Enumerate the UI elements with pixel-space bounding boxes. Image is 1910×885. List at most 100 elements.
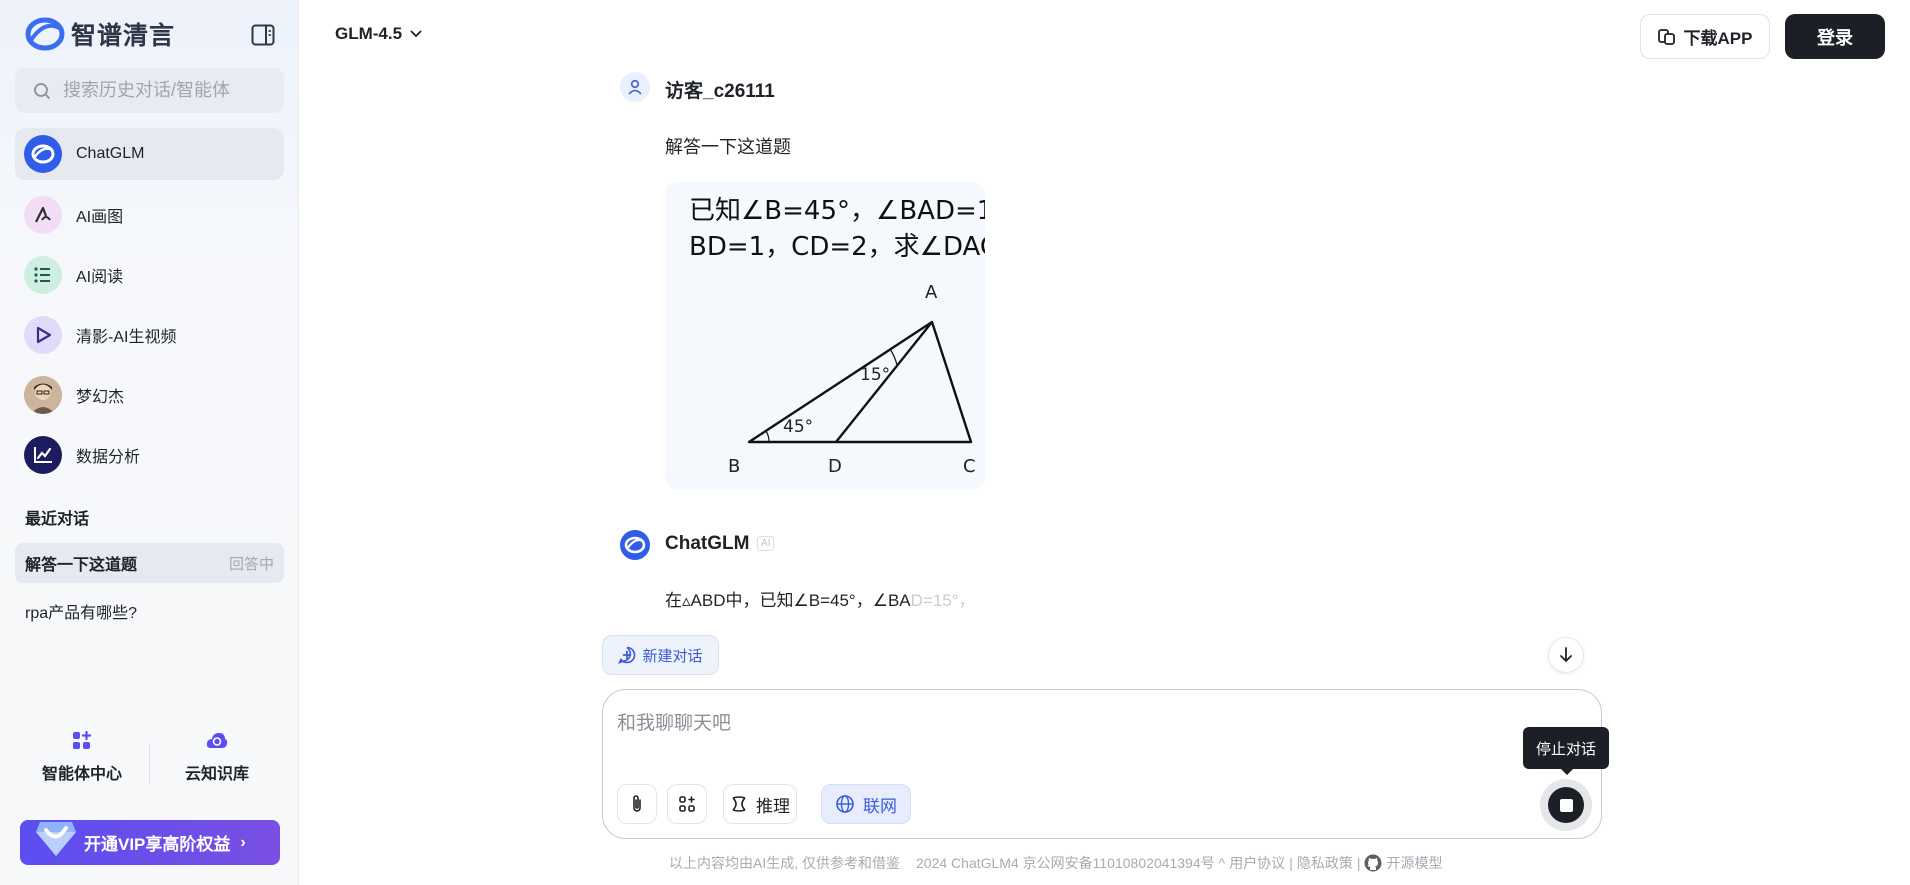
agent-center-label: 智能体中心 [41, 766, 122, 783]
model-selector[interactable]: GLM-4.5 [335, 24, 422, 44]
ai-read-icon [24, 256, 62, 294]
sidebar-bottom-links: 智能体中心 云知识库 [15, 730, 284, 800]
angle-bad-label: 15° [860, 365, 890, 385]
sidebar-item-ai-read[interactable]: AI阅读 [15, 249, 284, 301]
model-name: GLM-4.5 [335, 24, 403, 43]
stop-generation-button[interactable] [1540, 779, 1592, 831]
user-agreement-link[interactable]: 用户协议 [1229, 853, 1285, 873]
paperclip-icon [633, 795, 641, 812]
app-root: 智谱清言 ChatGLM [0, 0, 1910, 885]
new-chat-icon [618, 646, 636, 664]
problem-image[interactable]: 已知∠B=45°，∠BAD=15° BD=1，CD=2，求∠DAC A B C … [665, 182, 985, 489]
conversation-title: rpa产品有哪些? [25, 605, 138, 622]
brand-logo[interactable]: 智谱清言 [25, 16, 175, 52]
ai-badge: AI [757, 536, 775, 551]
sidebar-item-menghuanjie[interactable]: 梦幻杰 [15, 369, 284, 421]
visitor-name: 访客_c26111 [665, 81, 775, 102]
footer-separator: | [1289, 855, 1293, 871]
agents-grid-icon [73, 730, 92, 749]
ai-draw-icon [24, 196, 62, 234]
angle-b-label: 45° [783, 417, 813, 437]
sidebar-item-label: AI阅读 [76, 269, 124, 286]
zhipu-logo-icon [25, 17, 65, 51]
bot-text-fading: D=15°， [910, 591, 976, 610]
chevron-down-icon [410, 30, 422, 38]
user-message: 解答一下这道题 [665, 137, 791, 157]
chat-composer: 推理 联网 [602, 689, 1602, 839]
vip-label: 开通VIP享高阶权益 [84, 835, 231, 854]
knowledge-base-label: 云知识库 [184, 766, 249, 783]
message-input[interactable] [617, 708, 1317, 748]
bot-text-main: 在▵ABD中，已知∠B=45°，∠BA [665, 591, 911, 610]
conversation-status: 回答中 [228, 555, 274, 573]
web-search-label: 联网 [863, 796, 897, 816]
footer-separator: | [1356, 855, 1361, 871]
sidebar-item-data-analysis[interactable]: 数据分析 [15, 429, 284, 481]
history-search[interactable] [15, 68, 284, 113]
expand-caret-icon[interactable]: ^ [1219, 855, 1226, 871]
arrow-down-icon [1560, 647, 1572, 662]
cloud-knowledge-icon [206, 733, 228, 748]
knowledge-base-link[interactable]: 云知识库 [150, 730, 284, 800]
user-icon [628, 79, 642, 95]
vip-upgrade-button[interactable]: 开通VIP享高阶权益 › [20, 820, 280, 865]
search-input[interactable] [63, 80, 263, 101]
sidebar-item-video[interactable]: 清影-AI生视频 [15, 309, 284, 361]
chatglm-logo-icon [24, 135, 62, 173]
sidebar-collapse-button[interactable] [251, 24, 275, 46]
sidebar-item-label: 清影-AI生视频 [76, 329, 177, 346]
reasoning-toggle[interactable]: 推理 [723, 784, 797, 824]
vertex-label-a: A [925, 282, 938, 303]
footer: 以上内容均由AI生成, 仅供参考和借鉴 2024 ChatGLM4 京公网安备1… [669, 853, 1442, 873]
video-play-icon [24, 316, 62, 354]
open-source-model-link[interactable]: 开源模型 [1386, 853, 1442, 873]
sidebar-item-chatglm[interactable]: ChatGLM [15, 128, 284, 180]
vip-diamond-icon [36, 822, 76, 856]
chatglm-avatar-icon [620, 530, 650, 560]
agent-tools-button[interactable] [667, 784, 707, 824]
scroll-to-bottom-button[interactable] [1548, 637, 1584, 673]
agent-center-link[interactable]: 智能体中心 [15, 730, 149, 800]
sidebar-toggle-icon [251, 24, 275, 46]
new-chat-button[interactable]: 新建对话 [602, 635, 719, 675]
stop-icon [1548, 787, 1584, 823]
icp-record: 2024 ChatGLM4 京公网安备11010802041394号 [916, 855, 1215, 871]
recent-conversation-item[interactable]: rpa产品有哪些? [15, 591, 284, 631]
bot-name: ChatGLM [665, 533, 750, 554]
chart-icon [24, 436, 62, 474]
user-avatar [24, 376, 62, 414]
new-chat-label: 新建对话 [642, 647, 703, 665]
login-button[interactable]: 登录 [1785, 14, 1885, 59]
recent-section-title: 最近对话 [25, 511, 90, 528]
github-icon [1364, 854, 1382, 872]
reasoning-label: 推理 [756, 796, 790, 816]
reasoning-icon [732, 796, 746, 812]
apps-grid-icon [679, 796, 695, 812]
devices-icon [1657, 28, 1675, 45]
sidebar-item-label: AI画图 [76, 209, 124, 226]
vertex-label-b: B [728, 456, 740, 477]
sidebar-item-label: ChatGLM [76, 145, 145, 162]
download-app-label: 下载APP [1683, 29, 1753, 48]
sidebar-item-label: 梦幻杰 [76, 389, 125, 406]
sidebar-item-label: 数据分析 [76, 449, 141, 466]
bot-streaming-text: 在▵ABD中，已知∠B=45°，∠BAD=15°， [665, 586, 976, 611]
download-app-button[interactable]: 下载APP [1640, 14, 1770, 59]
brand-logo-text: 智谱清言 [71, 22, 176, 50]
visitor-avatar [620, 72, 650, 102]
sidebar-item-ai-draw[interactable]: AI画图 [15, 189, 284, 241]
web-search-toggle[interactable]: 联网 [821, 784, 911, 824]
attach-button[interactable] [617, 784, 657, 824]
chevron-right-icon: › [240, 833, 246, 851]
vertex-label-c: C [963, 456, 976, 477]
triangle-figure: A B C D 45° 15° [728, 282, 976, 477]
search-icon [34, 82, 50, 99]
sidebar: 智谱清言 ChatGLM [0, 0, 299, 885]
vertex-label-d: D [828, 456, 842, 477]
recent-conversation-item[interactable]: 解答一下这道题 回答中 [15, 543, 284, 583]
globe-icon [836, 795, 854, 813]
stop-tooltip: 停止对话 [1523, 727, 1609, 775]
ai-disclaimer: 以上内容均由AI生成, 仅供参考和借鉴 [669, 855, 901, 871]
conversation-title: 解答一下这道题 [25, 557, 138, 574]
privacy-policy-link[interactable]: 隐私政策 [1297, 853, 1353, 873]
